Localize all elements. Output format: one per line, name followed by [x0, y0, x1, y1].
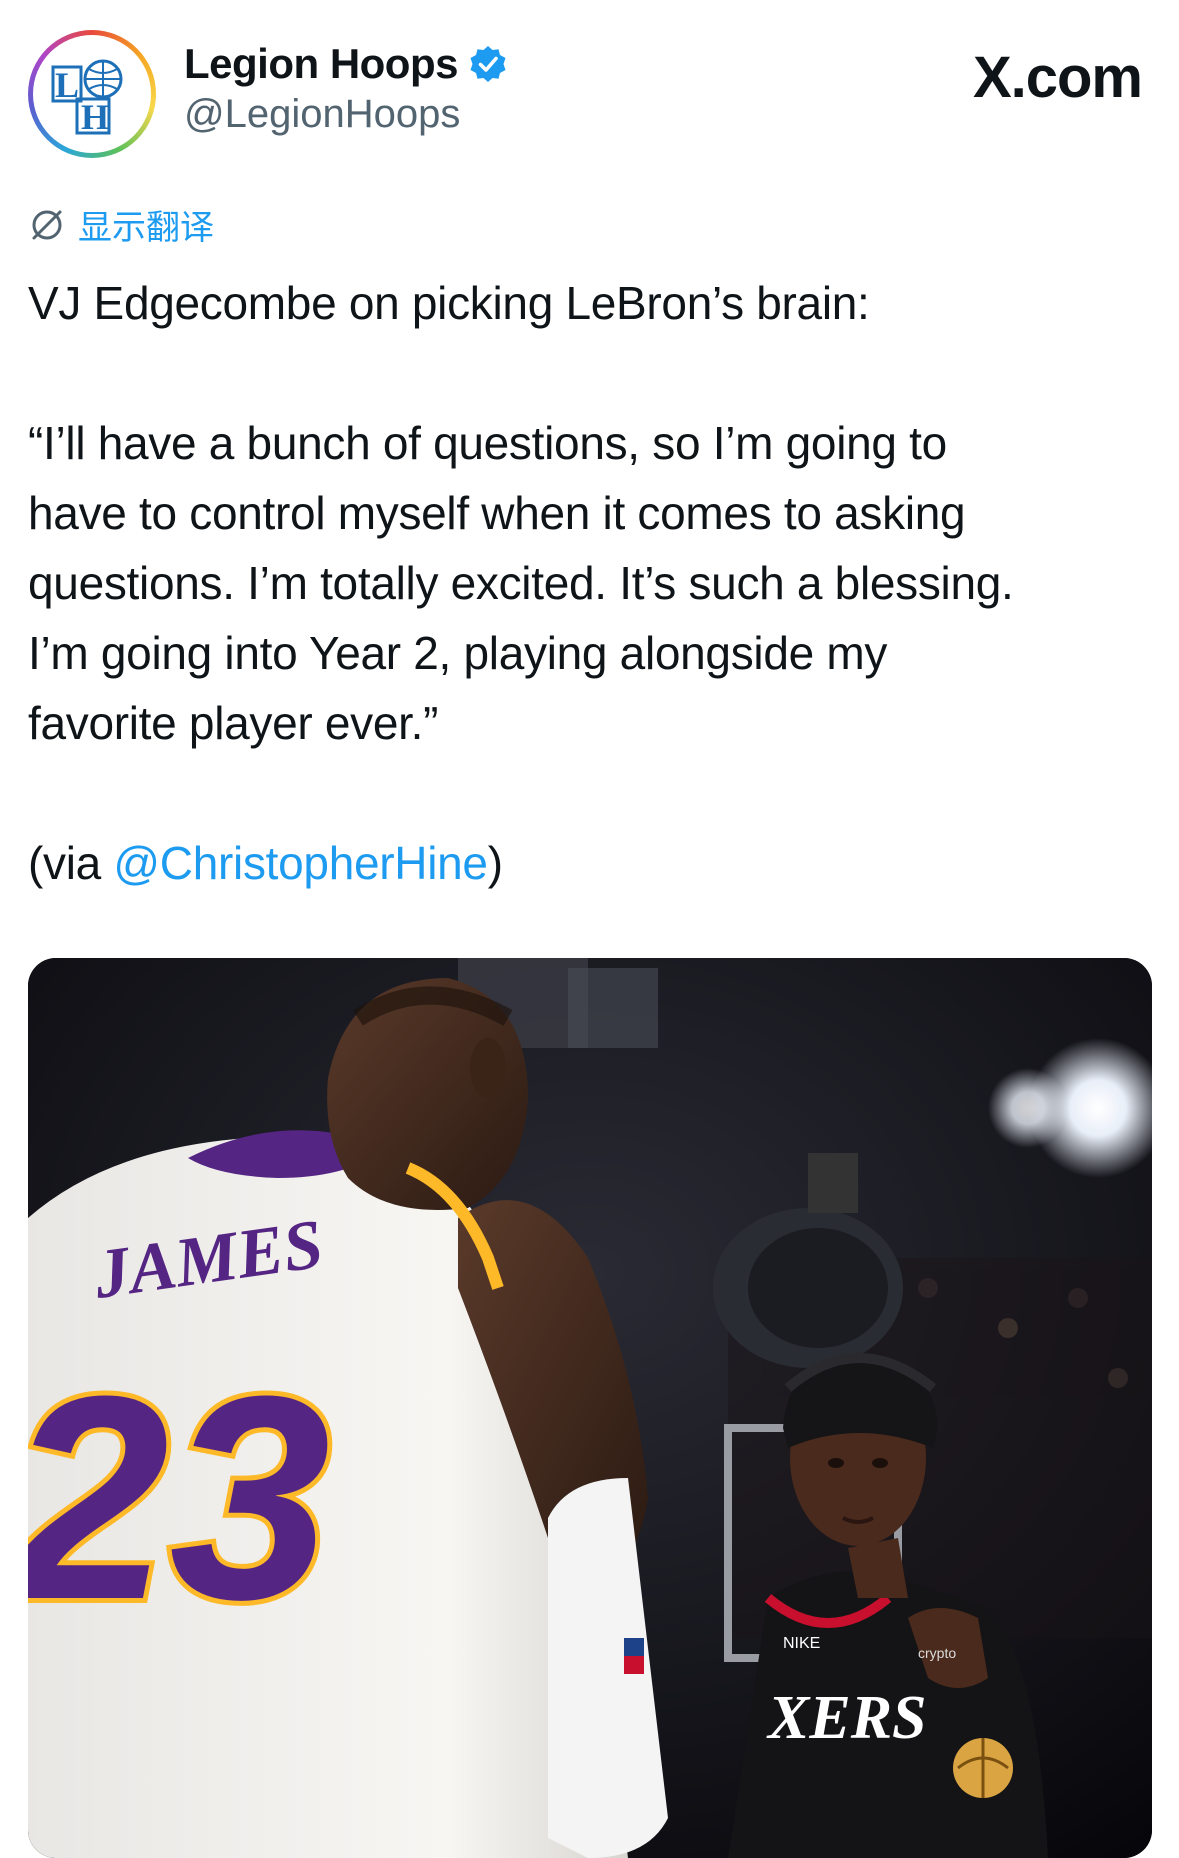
quote-line-2: have to control myself when it comes to …	[28, 487, 966, 539]
show-translation-label[interactable]: 显示翻译	[78, 200, 214, 249]
avatar-logo-text-l: L	[55, 65, 79, 105]
display-name[interactable]: Legion Hoops	[184, 40, 458, 88]
tweet-text: VJ Edgecombe on picking LeBron’s brain: …	[28, 268, 1158, 898]
quote-line-1: “I’ll have a bunch of questions, so I’m …	[28, 417, 947, 469]
verified-badge-icon	[470, 46, 506, 82]
display-name-row[interactable]: Legion Hoops	[184, 40, 508, 88]
tweet-line-intro: VJ Edgecombe on picking LeBron’s brain:	[28, 277, 870, 329]
author-block: Legion Hoops @LegionHoops	[184, 40, 508, 137]
jersey-right-sponsor: crypto	[918, 1645, 956, 1661]
via-line: (via @ChristopherHine)	[28, 828, 1158, 898]
jersey-right-brand: NIKE	[783, 1635, 820, 1652]
quote-line-3: questions. I’m totally excited. It’s suc…	[28, 557, 1014, 609]
quote-line-5: favorite player ever.”	[28, 697, 439, 749]
globe-icon	[32, 210, 62, 239]
mention-link[interactable]: @ChristopherHine	[113, 837, 488, 889]
show-translation-button[interactable]: 显示翻译	[28, 200, 214, 249]
jersey-number: 23	[28, 1336, 331, 1660]
via-suffix: )	[487, 837, 503, 889]
x-brand-logo: X.com	[972, 45, 1143, 110]
legion-hoops-logo-icon: L H	[51, 59, 123, 137]
arena-banner	[568, 968, 658, 1048]
handle[interactable]: @LegionHoops	[184, 92, 508, 137]
jersey-right-text: XERS	[766, 1684, 927, 1752]
basketball-photo: XERS NIKE crypto JAMES 23	[28, 958, 1152, 1858]
via-prefix: (via	[28, 837, 114, 889]
quote-line-4: I’m going into Year 2, playing alongside…	[28, 627, 888, 679]
avatar-logo: L H	[33, 35, 151, 153]
avatar[interactable]: L H	[28, 30, 156, 158]
tweet-media-photo[interactable]: XERS NIKE crypto JAMES 23	[28, 958, 1152, 1858]
tweet-header: L H Legion Hoops @LegionHoops X.com	[28, 30, 1148, 170]
arena-light	[988, 1068, 1068, 1148]
avatar-logo-text-h: H	[81, 97, 109, 137]
